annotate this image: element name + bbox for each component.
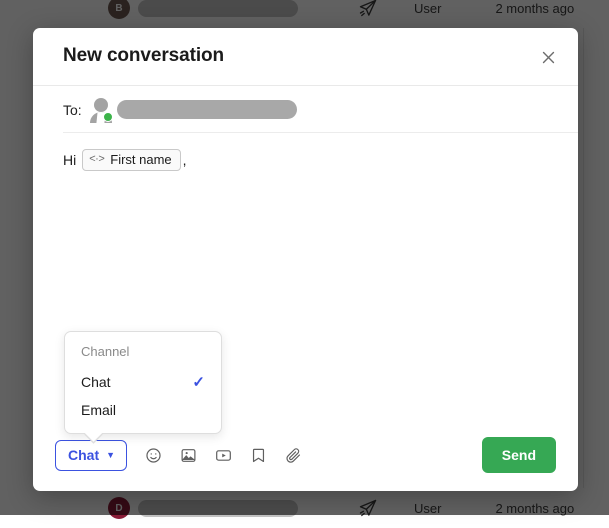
saved-reply-icon[interactable] xyxy=(246,443,270,467)
online-status-dot xyxy=(102,111,113,122)
new-conversation-modal: New conversation To: Hi <·> First name ,… xyxy=(33,28,578,491)
recipient-row[interactable]: To: xyxy=(33,86,578,133)
dropdown-item-label: Email xyxy=(81,402,117,418)
variable-icon: <·> xyxy=(89,153,105,165)
channel-selector-button[interactable]: Chat ▼ xyxy=(55,439,128,471)
recipient-name-redacted[interactable] xyxy=(116,100,297,119)
chevron-down-icon: ▼ xyxy=(106,450,116,460)
image-icon[interactable] xyxy=(176,443,200,467)
video-icon[interactable] xyxy=(211,443,235,467)
attachment-icon[interactable] xyxy=(281,443,305,467)
first-name-token[interactable]: <·> First name xyxy=(82,149,181,171)
person-avatar-icon xyxy=(89,97,113,123)
greeting-line: Hi <·> First name , xyxy=(63,149,548,171)
channel-button-label: Chat xyxy=(68,446,100,463)
greeting-prefix: Hi xyxy=(63,152,77,168)
emoji-icon[interactable] xyxy=(141,443,165,467)
to-label: To: xyxy=(63,101,82,118)
close-icon[interactable] xyxy=(533,42,563,72)
channel-dropdown-menu: Channel Chat ✓ Email ✓ xyxy=(64,331,222,434)
modal-header: New conversation xyxy=(33,28,578,86)
page-title: New conversation xyxy=(63,45,225,66)
first-name-token-label: First name xyxy=(110,152,172,167)
avatar-head xyxy=(93,97,108,112)
dropdown-item-label: Chat xyxy=(81,374,111,390)
check-icon: ✓ xyxy=(192,373,205,391)
send-button[interactable]: Send xyxy=(481,437,556,473)
dropdown-item-chat[interactable]: Chat ✓ xyxy=(65,368,221,396)
dropdown-section-header: Channel xyxy=(81,344,130,359)
toolbar-icon-group xyxy=(141,443,305,467)
dropdown-item-email[interactable]: Email ✓ xyxy=(65,396,221,424)
greeting-suffix: , xyxy=(182,152,187,168)
